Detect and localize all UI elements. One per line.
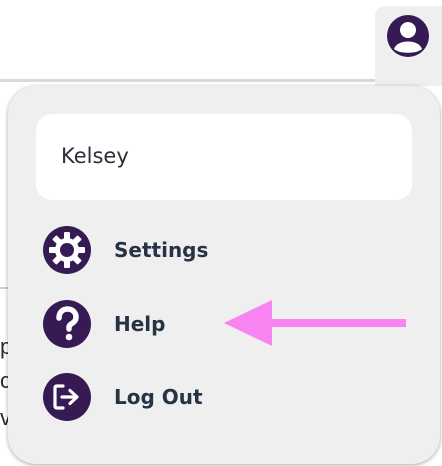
question-icon xyxy=(43,300,91,348)
menu-item-log-out[interactable]: Log Out xyxy=(42,369,402,425)
user-name-card: Kelsey xyxy=(36,114,412,200)
page: p c v Kelsey Settings Help Log Out xyxy=(0,0,442,466)
user-dropdown-menu: Kelsey Settings Help Log Out xyxy=(8,86,440,464)
menu-item-label: Help xyxy=(114,312,166,336)
top-header-bar xyxy=(0,0,442,86)
user-name: Kelsey xyxy=(61,144,129,168)
user-avatar-icon xyxy=(387,15,429,57)
menu-item-label: Settings xyxy=(114,238,209,262)
menu-item-settings[interactable]: Settings xyxy=(42,222,402,278)
annotation-arrow-icon xyxy=(224,300,406,346)
gear-icon xyxy=(43,226,91,274)
menu-item-label: Log Out xyxy=(114,385,203,409)
logout-icon xyxy=(43,373,91,421)
user-avatar-button[interactable] xyxy=(375,6,442,86)
